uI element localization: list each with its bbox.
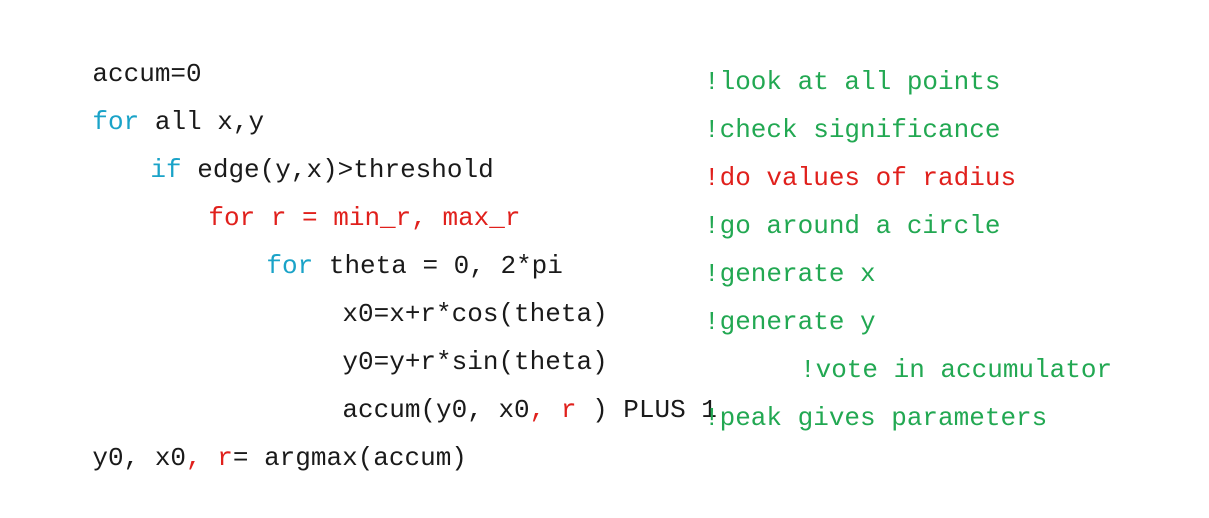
code-line-9: y0, x0, r= argmax(accum) <box>30 398 467 473</box>
code-text: = argmax(accum) <box>232 443 467 473</box>
code-text-highlight: r <box>560 395 577 425</box>
comment-4: !go around a circle <box>704 211 1001 241</box>
comment-3: !do values of radius <box>704 163 1017 193</box>
comment-7: !vote in accumulator <box>800 355 1113 385</box>
code-text: ) PLUS 1 <box>576 395 717 425</box>
comment-6: !generate y <box>704 307 876 337</box>
comment-1: !look at all points <box>704 67 1001 97</box>
code-text-highlight: r <box>217 443 233 473</box>
code-line-5: for theta = 0, 2*pi <box>204 206 562 281</box>
code-text: y0, x0 <box>92 443 187 473</box>
pseudocode-block: accum=0 for all x,y !look at all points … <box>0 0 1209 473</box>
code-text-highlight: , <box>186 443 218 473</box>
code-line-4: for r = min_r, max_r <box>146 158 520 233</box>
comment-8: !peak gives parameters <box>704 403 1048 433</box>
code-line-2: for all x,y <box>30 62 264 137</box>
code-line-1: accum=0 <box>30 14 201 89</box>
code-line-3: if edge(y,x)>threshold <box>88 110 493 185</box>
code-line-8: accum(y0, x0, r ) PLUS 1 <box>280 350 717 425</box>
comment-2: !check significance <box>704 115 1001 145</box>
comment-5: !generate x <box>704 259 876 289</box>
code-line-6: x0=x+r*cos(theta) <box>280 254 607 329</box>
code-text-highlight: , <box>529 395 561 425</box>
code-line-7: y0=y+r*sin(theta) <box>280 302 607 377</box>
